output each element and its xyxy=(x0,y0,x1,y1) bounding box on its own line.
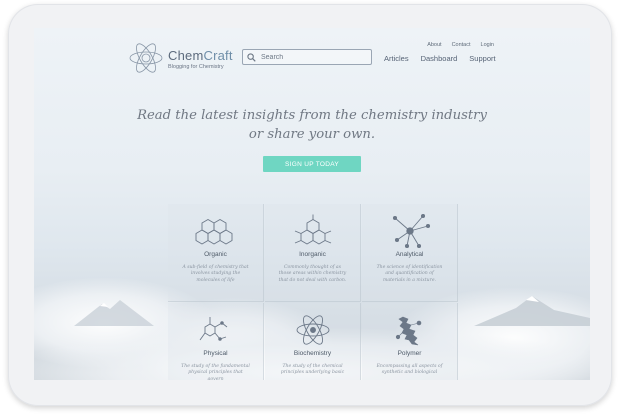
category-card-organic[interactable]: Organic A sub-field of chemistry that in… xyxy=(168,204,264,302)
hexagon-molecule-icon xyxy=(294,214,331,245)
search-input[interactable] xyxy=(261,53,361,61)
link-contact[interactable]: Contact xyxy=(452,42,471,48)
atom-icon xyxy=(296,315,329,345)
network-node-icon xyxy=(392,214,430,248)
category-card-polymer[interactable]: Polymer Encompassing all aspects of synt… xyxy=(362,303,458,380)
category-title: Polymer xyxy=(397,350,422,357)
category-description: Commonly thought of as those areas withi… xyxy=(278,265,347,283)
hero-headline: Read the latest insights from the chemis… xyxy=(34,106,590,144)
brand-tagline: Blogging for Chemistry xyxy=(168,64,224,70)
category-grid: Organic A sub-field of chemistry that in… xyxy=(168,204,458,380)
nav-articles[interactable]: Articles xyxy=(384,54,409,63)
category-title: Physical xyxy=(203,350,228,357)
sign-up-button[interactable]: SIGN UP TODAY xyxy=(263,156,361,172)
category-card-biochemistry[interactable]: Biochemistry The study of the chemical p… xyxy=(265,303,361,380)
molecule-structure-icon xyxy=(199,317,227,341)
brand-name: ChemCraft xyxy=(168,48,233,63)
nav-support[interactable]: Support xyxy=(469,54,495,63)
category-card-physical[interactable]: Physical The study of the fundamental ph… xyxy=(168,303,264,380)
headline-line-1: Read the latest insights from the chemis… xyxy=(137,108,487,123)
screen: ChemCraft Blogging for Chemistry About C… xyxy=(34,28,590,380)
category-description: Encompassing all aspects of synthetic an… xyxy=(376,364,443,376)
utility-links: About Contact Login xyxy=(427,42,494,48)
link-about[interactable]: About xyxy=(427,42,441,48)
polymer-chain-icon xyxy=(395,316,421,346)
category-title: Inorganic xyxy=(299,251,326,258)
category-description: The study of the fundamental physical pr… xyxy=(181,364,250,380)
category-description: The science of identification and quanti… xyxy=(376,265,443,283)
nav-dashboard[interactable]: Dashboard xyxy=(421,54,458,63)
category-description: The study of the chemical principles und… xyxy=(280,364,345,376)
site-header: ChemCraft Blogging for Chemistry About C… xyxy=(34,28,590,88)
category-card-inorganic[interactable]: Inorganic Commonly thought of as those a… xyxy=(265,204,361,302)
main-nav: Articles Dashboard Support xyxy=(384,54,496,63)
category-description: A sub-field of chemistry that involves s… xyxy=(182,265,249,283)
search-box[interactable] xyxy=(242,49,372,65)
search-icon xyxy=(247,52,256,62)
brand[interactable]: ChemCraft Blogging for Chemistry xyxy=(168,48,233,70)
logo-icon xyxy=(129,43,163,73)
category-title: Analytical xyxy=(395,251,424,258)
category-card-analytical[interactable]: Analytical The science of identification… xyxy=(362,204,458,302)
hexagon-rings-icon xyxy=(195,218,232,245)
tablet-frame: ChemCraft Blogging for Chemistry About C… xyxy=(8,4,612,406)
headline-line-2: or share your own. xyxy=(248,127,376,142)
link-login[interactable]: Login xyxy=(481,42,494,48)
category-title: Biochemistry xyxy=(293,350,332,357)
category-title: Organic xyxy=(204,251,227,258)
